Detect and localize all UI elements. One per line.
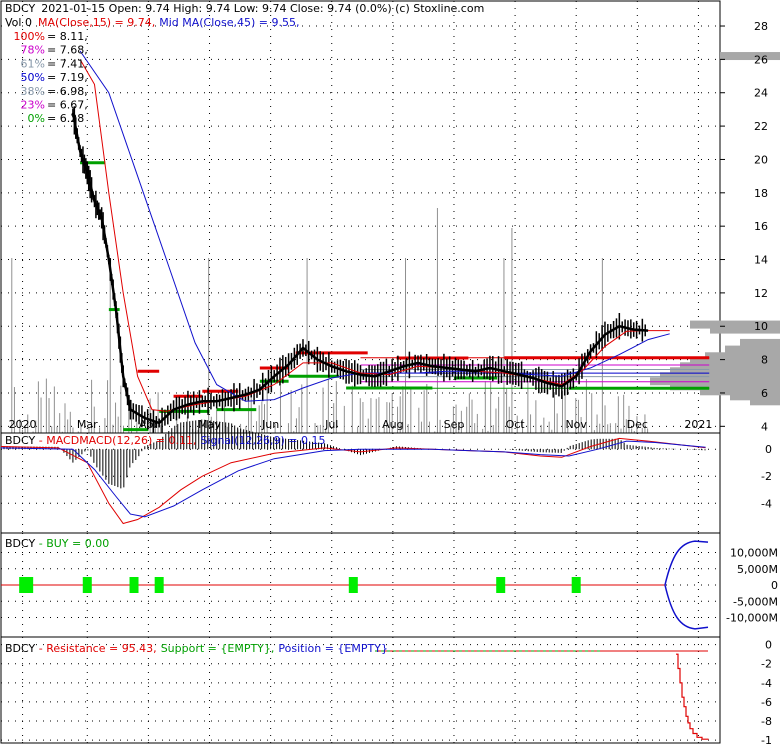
y-tick-label: -1 xyxy=(761,734,772,745)
resistance-panel: 0 -2 -4 -6 -8 -1 BDCY - Resistance = 95.43, Su… xyxy=(0,636,772,745)
volume-profile-bar xyxy=(710,325,780,334)
fib-pct-label: 100% xyxy=(14,30,45,43)
mid-ma-label: Mid MA(Close,45) = 9.55, xyxy=(159,16,299,29)
x-tick-label: 2021 xyxy=(684,418,712,431)
svg-text:BDCY - BUY = 0.00: BDCY - BUY = 0.00 xyxy=(5,537,109,550)
position-label: Position = {EMPTY} xyxy=(278,642,388,655)
fib-value-label: = 6.67, xyxy=(47,99,88,112)
price-panel: 46810121416182022242628 2020 Mar Apr May Jun… xyxy=(0,0,780,439)
y-tick-label: 28 xyxy=(754,20,768,33)
y-tick-label: 10,000M xyxy=(730,547,778,560)
buy-signal-marker xyxy=(82,577,92,593)
res-ticker: BDCY xyxy=(5,642,36,655)
y-tick-label: -2 xyxy=(761,658,772,671)
ma-label: MA(Close,15) = 9.74, xyxy=(38,16,155,29)
buy-signal-marker xyxy=(496,577,506,593)
y-tick-label: -4 xyxy=(761,677,772,690)
x-tick-label: 2020 xyxy=(9,418,37,431)
buy-label: BUY = 0.00 xyxy=(46,537,109,550)
y-tick-label: 10 xyxy=(754,320,768,333)
macd-label: MACD(12,26) = 0.11, xyxy=(79,434,196,447)
fib-pct-label: 78% xyxy=(21,44,45,57)
fib-value-label: = 6.98, xyxy=(47,85,88,98)
ticker-label: BDCY xyxy=(5,2,36,15)
svg-text:BDCY - MACDMACD(12,26) = 0.11,: BDCY - MACDMACD(12,26) = 0.11, Signal(12,… xyxy=(5,434,326,447)
resistance-label: Resistance = 95.43, xyxy=(46,642,156,655)
x-tick-label: Apr xyxy=(139,418,159,431)
macd-ticker: BDCY xyxy=(5,434,36,447)
y-tick-label: 20 xyxy=(754,153,768,166)
buy-signal-marker xyxy=(348,577,358,593)
x-tick-label: Mar xyxy=(77,418,98,431)
buy-signal-marker xyxy=(129,577,139,593)
fib-value-label: = 7.41, xyxy=(47,57,88,70)
vol-label: Vol 0 xyxy=(5,16,32,29)
fib-value-label: = 7.19, xyxy=(47,71,88,84)
x-tick-label: Sep xyxy=(444,418,465,431)
buy-panel: 10,000M 5,000M 0 -5,000M -10,000M BDCY - BUY… xyxy=(0,532,778,638)
y-tick-label: 26 xyxy=(754,53,768,66)
buy-signal-marker xyxy=(154,577,164,593)
y-tick-label: 8 xyxy=(761,354,768,367)
fib-pct-label: 61% xyxy=(21,57,45,70)
y-tick-label: 6 xyxy=(761,387,768,400)
svg-text:BDCY - Resistance = 95.43,Supp: BDCY - Resistance = 95.43, Support = {EMP… xyxy=(5,642,388,655)
y-tick-label: 0 xyxy=(771,579,778,592)
buy-signal-marker xyxy=(19,577,34,593)
x-tick-label: Jul xyxy=(324,418,338,431)
y-tick-label: 12 xyxy=(754,287,768,300)
signal-label: Signal(12,26,9) = 0.15 xyxy=(200,434,325,447)
y-tick-label: -8 xyxy=(761,715,772,728)
y-tick-label: -2 xyxy=(761,470,772,483)
fib-value-label: = 7.68, xyxy=(47,44,88,57)
x-tick-label: Oct xyxy=(506,418,526,431)
x-tick-label: Aug xyxy=(382,418,403,431)
volume-profile-bar xyxy=(720,52,780,61)
y-tick-label: -5,000M xyxy=(733,595,778,608)
y-tick-label: 16 xyxy=(754,220,768,233)
y-tick-label: 0 xyxy=(765,443,772,456)
fib-pct-label: 38% xyxy=(21,85,45,98)
y-tick-label: 5,000M xyxy=(737,563,778,576)
svg-text:Vol 0MA(Close,15) = 9.74,Mid M: Vol 0 MA(Close,15) = 9.74, Mid MA(Close,45… xyxy=(5,16,300,29)
fib-pct-label: 50% xyxy=(21,71,45,84)
stock-chart: 46810121416182022242628 2020 Mar Apr May Jun… xyxy=(0,0,780,745)
quote-text: 2021-01-15 Open: 9.74 High: 9.74 Low: 9.… xyxy=(41,2,484,15)
fib-value-label: = 8.11, xyxy=(47,30,88,43)
y-tick-label: 24 xyxy=(754,87,768,100)
svg-text:BDCY2021-01-15 Open: 9.74 Hig: BDCY 2021-01-15 Open: 9.74 High: 9.74 Low… xyxy=(5,2,484,15)
x-tick-label: Jun xyxy=(261,418,279,431)
fib-pct-label: 0% xyxy=(28,112,45,125)
y-tick-label: 14 xyxy=(754,254,768,267)
macd-name: MACD xyxy=(46,434,79,447)
fib-value-label: = 6.28 xyxy=(47,112,84,125)
macd-panel: 0 -2 -4 BDCY - MACDMACD(12,26) = 0.11, Sign… xyxy=(0,419,772,534)
y-tick-label: 18 xyxy=(754,187,768,200)
buy-signal-marker xyxy=(571,577,581,593)
fib-pct-label: 23% xyxy=(21,99,45,112)
x-tick-label: Dec xyxy=(627,418,648,431)
buy-ticker: BDCY xyxy=(5,537,36,550)
y-tick-label: -6 xyxy=(761,696,772,709)
y-tick-label: -4 xyxy=(761,497,772,510)
y-tick-label: 0 xyxy=(765,639,772,652)
x-tick-label: Nov xyxy=(565,418,587,431)
y-tick-label: -10,000M xyxy=(726,612,778,625)
y-tick-label: 22 xyxy=(754,120,768,133)
support-label: Support = {EMPTY}, xyxy=(161,642,275,655)
y-tick-label: 4 xyxy=(761,420,768,433)
